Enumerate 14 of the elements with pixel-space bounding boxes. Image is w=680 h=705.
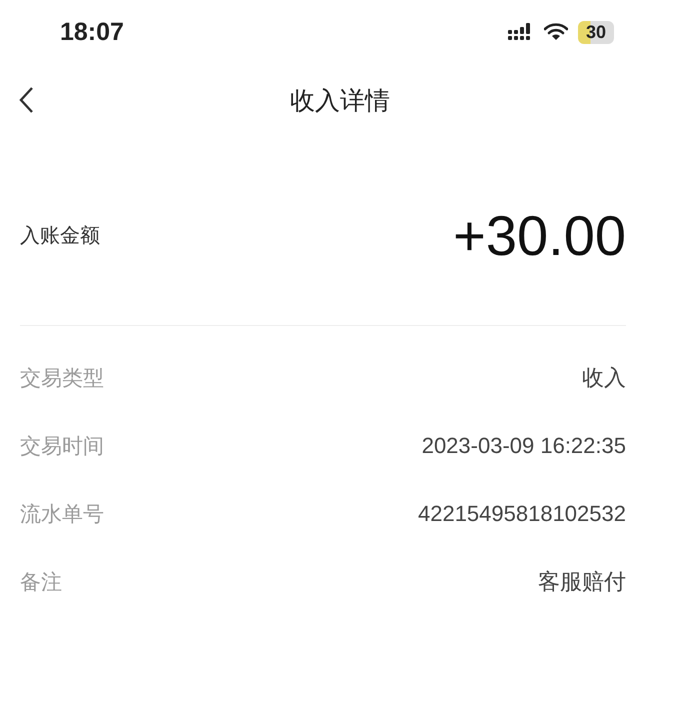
detail-label: 流水单号 (20, 501, 104, 528)
detail-value: 客服赔付 (538, 568, 626, 596)
amount-value: +30.00 (453, 202, 626, 268)
detail-value: 收入 (582, 364, 626, 392)
amount-label: 入账金额 (20, 222, 100, 248)
wifi-icon (544, 23, 568, 41)
detail-label: 交易时间 (20, 433, 104, 460)
back-icon (18, 86, 34, 114)
status-time: 18:07 (60, 18, 124, 46)
detail-label: 交易类型 (20, 365, 104, 392)
detail-value: 42215495818102532 (418, 501, 626, 527)
page-title: 收入详情 (290, 84, 390, 116)
detail-value: 2023-03-09 16:22:35 (422, 433, 626, 459)
detail-label: 备注 (20, 569, 62, 596)
